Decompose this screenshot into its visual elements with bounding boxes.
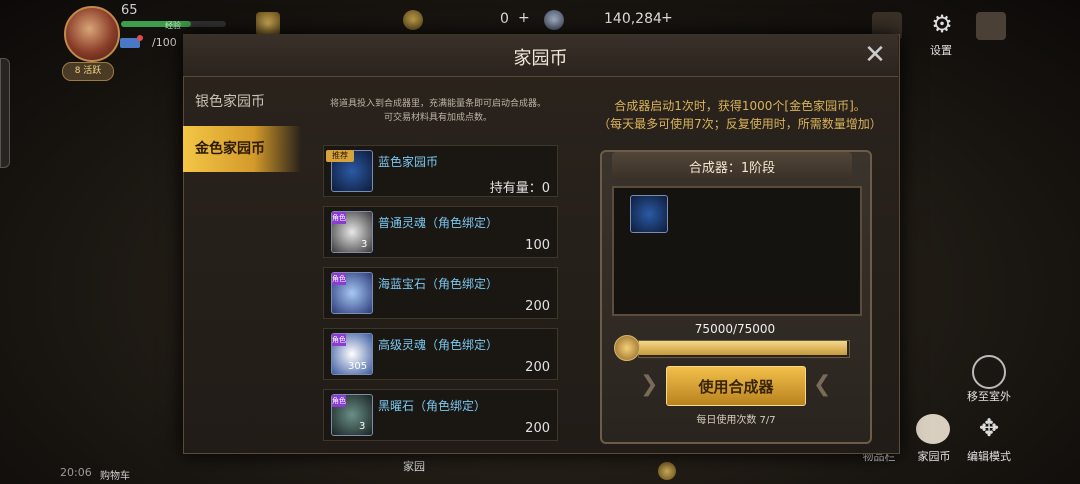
- gold-coin-icon: [614, 335, 640, 361]
- resource2-add-icon[interactable]: +: [661, 10, 673, 26]
- resource2-value: 140,284: [604, 11, 662, 27]
- description-line1: 将道具投入到合成器里，充满能量条即可启动合成器。: [329, 99, 546, 109]
- home-nav-label: 家园: [403, 460, 425, 473]
- arrow-right-icon[interactable]: ❮: [813, 372, 831, 397]
- close-button[interactable]: ✕: [863, 42, 887, 68]
- bottom-gear-icon[interactable]: [658, 462, 676, 480]
- clock-time: 20:06: [60, 466, 92, 479]
- exit-icon[interactable]: [976, 12, 1006, 40]
- move-cross-icon[interactable]: ✥: [974, 414, 1004, 442]
- gear-icon[interactable]: ⚙: [927, 10, 957, 38]
- vip-badge[interactable]: 8 活跃: [62, 62, 114, 81]
- role-badge: 角色: [332, 334, 346, 346]
- move-outdoor-label: 移至室外: [967, 390, 1011, 403]
- left-edge-tab[interactable]: [0, 58, 10, 168]
- machine-stage-title: 合成器：1阶段: [688, 161, 776, 176]
- role-badge: 角色: [332, 212, 346, 224]
- progress-fill: [639, 341, 847, 355]
- item-count: 200: [525, 299, 550, 314]
- energy-value: /100: [152, 36, 177, 49]
- settings-label: 设置: [930, 44, 952, 57]
- home-coin-slot-icon[interactable]: [630, 195, 668, 233]
- daily-uses: 每日使用次数 7/7: [696, 415, 776, 426]
- energy-icon: [118, 34, 144, 50]
- item-count: 100: [525, 238, 550, 253]
- item-name: 普通灵魂（角色绑定）: [378, 216, 499, 230]
- item-qty: 3: [361, 239, 368, 250]
- role-badge: 角色: [332, 273, 346, 285]
- resource1-value: 0: [500, 11, 509, 27]
- info-line1: 合成器启动1次时，获得1000个[金色家园币]。: [614, 99, 866, 113]
- recommend-badge: 推荐: [326, 150, 354, 162]
- home-coin-nav-label: 家园币: [917, 450, 951, 463]
- role-badge: 角色: [332, 395, 346, 407]
- coin-icon: [403, 10, 423, 30]
- item-count: 持有量：0: [489, 181, 550, 196]
- dialog-title: 家园币: [513, 48, 568, 69]
- item-name: 黑曜石（角色绑定）: [378, 399, 487, 413]
- description-line2: 可交易材料具有加成点数。: [383, 113, 492, 123]
- crystal-icon: [544, 10, 564, 30]
- item-count: 200: [525, 360, 550, 375]
- item-count: 200: [525, 421, 550, 436]
- shopping-cart-label: 购物车: [100, 471, 130, 482]
- item-qty: 305: [348, 361, 368, 372]
- progress-text: 75000/75000: [694, 322, 776, 336]
- compass-icon[interactable]: [972, 355, 1006, 389]
- info-line2: （每天最多可使用7次；反复使用时，所需数量增加）: [598, 117, 882, 131]
- item-name: 高级灵魂（角色绑定）: [378, 338, 499, 352]
- description: 将道具投入到合成器里，充满能量条即可启动合成器。 可交易材料具有加成点数。: [309, 97, 567, 125]
- item-name: 海蓝宝石（角色绑定）: [378, 277, 499, 291]
- item-qty: 3: [359, 421, 366, 432]
- arrow-left-icon[interactable]: ❯: [640, 372, 658, 397]
- item-name: 蓝色家园币: [378, 155, 439, 169]
- exp-label: 经验: [165, 21, 181, 30]
- edit-mode-label: 编辑模式: [967, 450, 1011, 463]
- use-synthesizer-button[interactable]: 使用合成器: [666, 366, 806, 406]
- tab-gold-coin[interactable]: 金色家园币: [183, 126, 301, 172]
- resource1-add-icon[interactable]: +: [518, 10, 530, 26]
- player-level: 65: [121, 3, 138, 18]
- player-avatar[interactable]: [64, 6, 120, 62]
- lock-icon[interactable]: [256, 12, 280, 36]
- tab-silver-coin[interactable]: 银色家园币: [183, 80, 301, 124]
- coin-bag-icon[interactable]: [916, 414, 950, 444]
